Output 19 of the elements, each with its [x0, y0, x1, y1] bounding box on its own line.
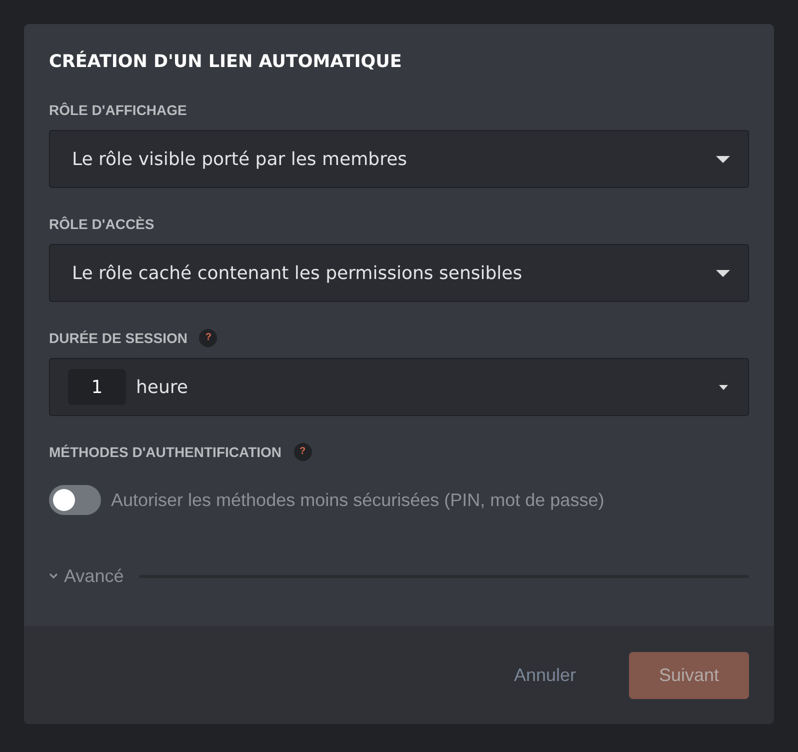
cancel-button[interactable]: Annuler [514, 663, 576, 687]
dropdown-select[interactable]: Le rôle caché contenant les permissions sensibles [49, 244, 749, 302]
field-label: RÔLE D'AFFICHAGE [49, 101, 187, 119]
field-label: MÉTHODES D'AUTHENTIFICATION [49, 443, 282, 461]
toggle-label: Autoriser les méthodes moins sécurisées (PIN, mot de passe) [111, 490, 604, 510]
caret-icon [716, 156, 730, 162]
advanced-toggle[interactable]: Avancé [49, 564, 124, 588]
help-icon[interactable]: ? [294, 443, 312, 461]
amount-field[interactable]: 1 [68, 369, 126, 405]
field-label: RÔLE D'ACCÈS [49, 215, 154, 233]
help-icon[interactable]: ? [199, 329, 218, 347]
toggle-switch[interactable] [49, 485, 101, 515]
field-label: DURÉE DE SESSION [49, 329, 188, 347]
caret-icon [719, 384, 728, 390]
dialog-title: CRÉATION D'UN LIEN AUTOMATIQUE [49, 51, 403, 73]
chevron-icon [49, 573, 58, 579]
duration-select[interactable]: 1 heure [49, 358, 749, 416]
caret-icon [716, 270, 730, 276]
dropdown-select[interactable]: Le rôle visible porté par les membres [49, 130, 749, 188]
